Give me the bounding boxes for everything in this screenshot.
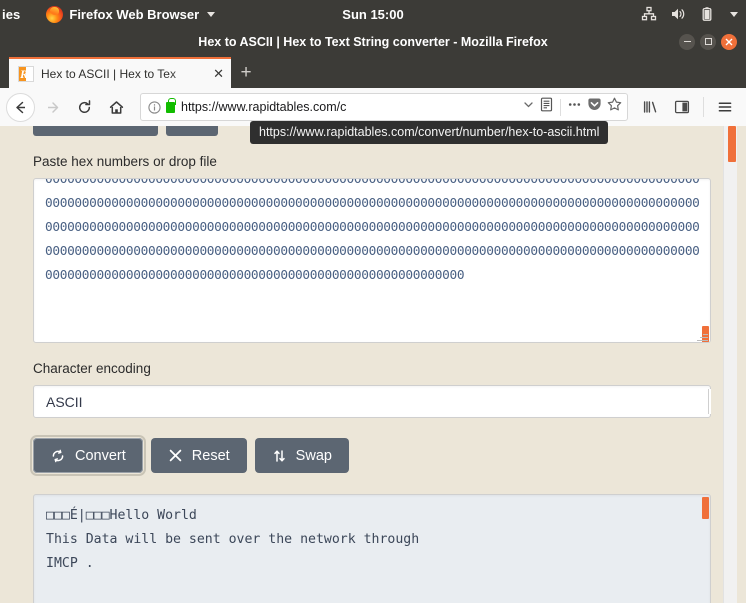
close-x-icon	[168, 448, 183, 463]
minimize-button[interactable]	[679, 33, 695, 50]
info-icon	[148, 100, 161, 114]
hex-textarea-resize-grip[interactable]	[697, 330, 708, 341]
link-status-tooltip: https://www.rapidtables.com/convert/numb…	[250, 121, 609, 144]
output-scroll-thumb[interactable]	[702, 497, 709, 519]
favicon-letter: R	[20, 66, 29, 81]
bookmark-star-icon[interactable]	[606, 96, 623, 118]
convert-button[interactable]: Convert	[30, 435, 146, 476]
firefox-logo-icon	[46, 5, 64, 23]
swap-button-label: Swap	[295, 447, 332, 464]
swap-arrows-icon	[272, 448, 287, 464]
tab-close-icon[interactable]: ✕	[213, 67, 224, 80]
network-icon[interactable]	[641, 6, 657, 22]
reset-button-label: Reset	[191, 447, 230, 464]
hex-input-label: Paste hex numbers or drop file	[33, 154, 217, 169]
hamburger-menu-icon[interactable]	[710, 92, 740, 122]
firefox-window: Hex to ASCII | Hex to Text String conver…	[0, 28, 746, 603]
divider	[560, 98, 561, 116]
desktop-top-bar: ies Firefox Web Browser Sun 15:00	[0, 0, 746, 28]
reader-view-icon[interactable]	[538, 96, 555, 118]
library-icon[interactable]	[635, 92, 665, 122]
page-actions-more-icon[interactable]	[566, 96, 583, 118]
window-title: Hex to ASCII | Hex to Text String conver…	[198, 34, 548, 49]
favicon-rapidtables-icon: R	[18, 65, 34, 82]
back-button[interactable]	[6, 92, 35, 122]
action-buttons: Convert Reset Swap	[30, 435, 711, 476]
window-titlebar: Hex to ASCII | Hex to Text String conver…	[0, 28, 746, 55]
sidebar-icon[interactable]	[667, 92, 697, 122]
tab-strip: R Hex to ASCII | Hex to Tex ✕ +	[0, 55, 746, 88]
url-text[interactable]: https://www.rapidtables.com/c	[181, 100, 516, 114]
hex-input-value[interactable]: 0000000000000000000000000000000000000000…	[34, 179, 710, 342]
toolbar-right-buttons	[635, 92, 740, 122]
convert-button-label: Convert	[75, 447, 126, 464]
chevron-down-icon	[207, 11, 216, 17]
cutoff-button-secondary[interactable]	[166, 126, 218, 136]
cutoff-button-primary[interactable]	[33, 126, 158, 136]
browser-tab[interactable]: R Hex to ASCII | Hex to Tex ✕	[9, 57, 231, 88]
app-menu-label: Firefox Web Browser	[69, 6, 200, 22]
page-content: Paste hex numbers or drop file 000000000…	[0, 126, 746, 603]
pocket-icon[interactable]	[586, 96, 603, 118]
close-button[interactable]	[721, 33, 737, 50]
activities-button[interactable]: ies	[0, 7, 20, 22]
reset-button[interactable]: Reset	[150, 438, 247, 473]
swap-button[interactable]: Swap	[254, 438, 349, 473]
forward-button[interactable]	[37, 92, 67, 122]
maximize-button[interactable]	[700, 33, 716, 50]
url-actions	[522, 96, 623, 118]
output-value[interactable]: □□□É|□□□Hello World This Data will be se…	[34, 495, 710, 576]
system-menu-chevron-icon[interactable]	[730, 11, 738, 17]
encoding-label: Character encoding	[33, 361, 151, 376]
refresh-icon	[50, 448, 66, 464]
tab-title: Hex to ASCII | Hex to Tex	[41, 66, 176, 81]
hex-input-textarea[interactable]: 0000000000000000000000000000000000000000…	[33, 178, 711, 343]
encoding-value[interactable]: ASCII	[46, 394, 83, 410]
battery-icon[interactable]	[699, 6, 715, 22]
chevron-down-icon[interactable]	[522, 98, 535, 116]
lock-icon	[166, 97, 176, 113]
reload-button[interactable]	[69, 92, 99, 122]
divider	[703, 97, 704, 117]
address-bar[interactable]: https://www.rapidtables.com/c	[140, 93, 628, 121]
app-menu-firefox[interactable]: Firefox Web Browser	[46, 5, 216, 23]
output-textarea[interactable]: □□□É|□□□Hello World This Data will be se…	[33, 494, 711, 603]
converter-form: Paste hex numbers or drop file 000000000…	[9, 126, 737, 603]
system-tray[interactable]	[641, 0, 738, 28]
volume-icon[interactable]	[670, 6, 686, 22]
encoding-input-edge	[708, 389, 711, 414]
encoding-input[interactable]: ASCII	[33, 385, 711, 418]
window-controls	[679, 28, 737, 55]
home-button[interactable]	[101, 92, 131, 122]
site-identity[interactable]	[148, 97, 176, 114]
new-tab-button[interactable]: +	[231, 57, 261, 88]
